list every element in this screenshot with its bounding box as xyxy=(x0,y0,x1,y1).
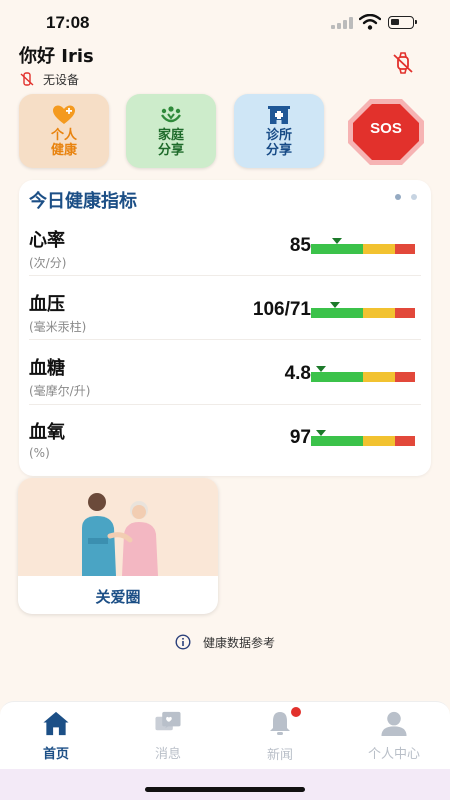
family-icon xyxy=(161,105,181,122)
divider xyxy=(29,404,421,405)
care-circle-label: 关爱圈 xyxy=(95,588,141,606)
personal-health-label: 个人健康 xyxy=(50,127,77,158)
greeting-title: 你好 Iris xyxy=(19,46,94,67)
device-status-text: 无设备 xyxy=(43,72,80,87)
bell-icon-wrapper xyxy=(265,707,301,738)
tab-label: 首页 xyxy=(42,747,69,762)
home-indicator-area xyxy=(0,769,450,800)
watch-disconnected-icon[interactable] xyxy=(392,52,414,74)
family-share-label: 家庭分享 xyxy=(157,127,184,158)
metric-unit: (次/分) xyxy=(29,256,67,270)
metric-name: 心率 xyxy=(29,230,65,251)
health-card-title: 今日健康指标 xyxy=(29,191,137,212)
metric-value: 97 xyxy=(289,427,311,448)
person-icon xyxy=(381,711,407,737)
clinic-icon xyxy=(268,105,290,124)
metric-unit: (%) xyxy=(29,446,50,460)
range-marker xyxy=(329,302,340,308)
metric-name: 血糖 xyxy=(29,358,65,379)
metric-name: 血压 xyxy=(29,294,65,315)
message-icon xyxy=(155,711,181,731)
range-marker xyxy=(331,238,342,244)
metric-name: 血氧 xyxy=(29,422,65,443)
status-bar: 17:08 xyxy=(0,0,450,44)
health-metrics-card: 今日健康指标 心率 (次/分) 85 血压 (毫米汞柱) 106/71 血糖 (… xyxy=(19,180,431,476)
divider xyxy=(29,275,421,276)
range-bar xyxy=(311,372,415,382)
divider xyxy=(29,339,421,340)
range-marker xyxy=(316,366,327,372)
wifi-icon xyxy=(359,14,381,30)
clock: 17:08 xyxy=(46,13,90,32)
cellular-signal-icon xyxy=(331,17,353,29)
metric-value: 106/71 xyxy=(252,299,311,320)
tab-news[interactable]: 新闻 xyxy=(230,707,330,763)
health-reference-link[interactable]: 健康数据参考 xyxy=(0,633,450,651)
clinic-share-label: 诊所分享 xyxy=(265,127,292,158)
notification-badge xyxy=(291,707,301,717)
care-circle-card[interactable]: 关爱圈 xyxy=(18,478,218,614)
tab-label: 新闻 xyxy=(266,748,293,763)
device-status[interactable]: 无设备 xyxy=(19,70,79,88)
metric-value: 85 xyxy=(289,235,311,256)
battery-icon xyxy=(388,16,417,29)
family-share-button[interactable]: 家庭分享 xyxy=(126,94,216,168)
bottom-tab-bar: 首页 消息 新闻 个人中心 xyxy=(0,701,450,769)
home-indicator[interactable] xyxy=(145,787,305,792)
metric-row-blood-oxygen[interactable]: 血氧 (%) 97 xyxy=(29,412,421,476)
tab-home[interactable]: 首页 xyxy=(6,710,106,762)
range-marker xyxy=(316,430,327,436)
metric-unit: (毫米汞柱) xyxy=(29,320,87,334)
health-reference-text: 健康数据参考 xyxy=(202,635,275,650)
clinic-share-button[interactable]: 诊所分享 xyxy=(234,94,324,168)
info-icon xyxy=(175,634,191,650)
personal-health-button[interactable]: 个人健康 xyxy=(19,94,109,168)
page-indicator[interactable] xyxy=(385,194,417,200)
page-dot[interactable] xyxy=(411,194,417,200)
home-icon xyxy=(43,711,69,736)
tab-messages[interactable]: 消息 xyxy=(118,710,218,762)
tab-label: 个人中心 xyxy=(367,747,420,762)
metric-unit: (毫摩尔/升) xyxy=(29,384,91,398)
page-dot[interactable] xyxy=(395,194,401,200)
heart-plus-icon xyxy=(53,105,75,124)
range-bar xyxy=(311,244,415,254)
no-device-icon xyxy=(20,72,34,86)
metric-row-blood-sugar[interactable]: 血糖 (毫摩尔/升) 4.8 xyxy=(29,348,421,412)
caregiver-illustration xyxy=(18,478,218,576)
range-bar xyxy=(311,436,415,446)
metric-value: 4.8 xyxy=(284,363,311,384)
range-bar xyxy=(311,308,415,318)
tab-profile[interactable]: 个人中心 xyxy=(344,710,444,762)
sos-button[interactable]: SOS xyxy=(346,97,426,167)
sos-label: SOS xyxy=(370,120,402,137)
bell-icon xyxy=(270,712,290,735)
tab-label: 消息 xyxy=(154,747,181,762)
